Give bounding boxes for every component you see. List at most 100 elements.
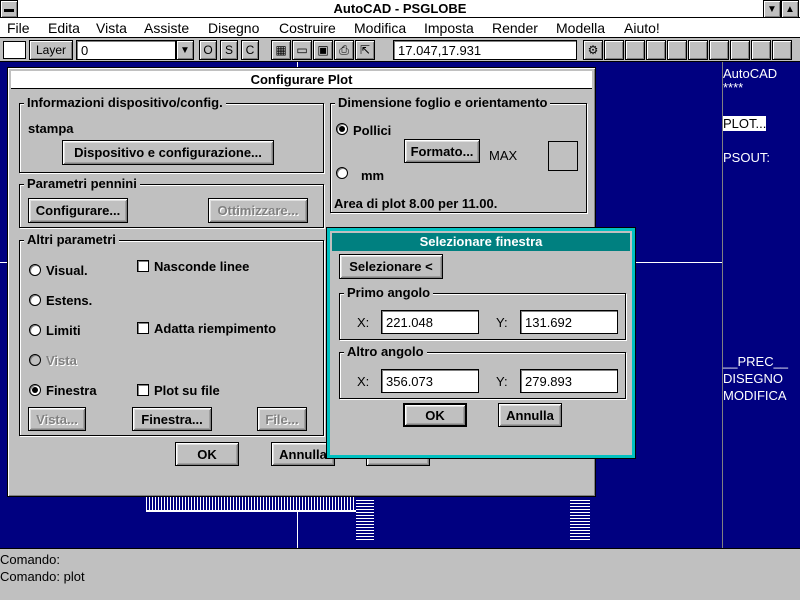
grid-icon: ▦ <box>275 43 287 57</box>
pick-button-label: Selezionare < <box>349 259 433 274</box>
side-modifica[interactable]: MODIFICA <box>723 388 787 403</box>
optimize-pens-button[interactable]: Ottimizzare... <box>208 198 308 223</box>
other-y-field[interactable]: 279.893 <box>520 369 618 393</box>
radio-finestra[interactable] <box>29 384 41 396</box>
toolbar-button-1[interactable] <box>604 40 624 60</box>
side-title: AutoCAD <box>723 66 778 81</box>
finestra-button-label: Finestra... <box>141 411 203 427</box>
radio-limiti[interactable] <box>29 324 41 336</box>
format-button[interactable]: Formato... <box>404 139 480 163</box>
menu-bar: File Edita Vista Assiste Disegno Costrui… <box>0 18 800 38</box>
other-corner-title: Altro angolo <box>344 344 427 359</box>
settings-button[interactable]: ⚙ <box>583 40 603 60</box>
toolbar-button-4[interactable] <box>667 40 687 60</box>
ortho-button[interactable]: O <box>199 40 217 60</box>
side-psout[interactable]: PSOUT: <box>723 150 770 165</box>
radio-mm-label: mm <box>361 168 385 183</box>
first-y-field[interactable]: 131.692 <box>520 310 618 334</box>
radio-vista[interactable] <box>29 354 41 366</box>
radio-visual[interactable] <box>29 264 41 276</box>
select-window-dialog: Selezionare finestra Selezionare < Primo… <box>327 228 635 458</box>
menu-disegno[interactable]: Disegno <box>208 20 259 36</box>
side-plot[interactable]: PLOT... <box>723 116 767 131</box>
select-window-dialog-title: Selezionare finestra <box>332 233 630 251</box>
radio-mm[interactable] <box>336 167 348 179</box>
finestra-button[interactable]: Finestra... <box>132 407 212 431</box>
maximize-button[interactable]: ▲ <box>781 0 799 18</box>
folder-icon: ▭ <box>296 43 308 57</box>
minimize-icon: ▼ <box>767 3 777 15</box>
toolbar-button-2[interactable] <box>625 40 645 60</box>
save-button[interactable]: ▣ <box>313 40 333 60</box>
side-prec[interactable]: __PREC__ <box>723 354 788 369</box>
color-swatch[interactable] <box>3 41 26 59</box>
other-params-group-title: Altri parametri <box>24 232 119 247</box>
menu-assiste[interactable]: Assiste <box>144 20 189 36</box>
toolbar-button-3[interactable] <box>646 40 666 60</box>
pick-button[interactable]: Selezionare < <box>339 254 443 279</box>
menu-render[interactable]: Render <box>492 20 538 36</box>
check-hide-lines[interactable] <box>137 260 149 272</box>
toolbar-button-9[interactable] <box>772 40 792 60</box>
pens-group-title: Parametri pennini <box>24 176 140 191</box>
check-plot-to-file[interactable] <box>137 384 149 396</box>
other-x-field[interactable]: 356.073 <box>381 369 479 393</box>
arrow-down-icon: ▼ <box>180 44 190 56</box>
first-x-label: X: <box>357 315 370 330</box>
menu-imposta[interactable]: Imposta <box>424 20 474 36</box>
toolbar-button-7[interactable] <box>730 40 750 60</box>
toolbar-button-6[interactable] <box>709 40 729 60</box>
device-group-title: Informazioni dispositivo/config. <box>24 95 226 110</box>
toolbar-button-5[interactable] <box>688 40 708 60</box>
open-button[interactable]: ▭ <box>292 40 312 60</box>
select-ok-button[interactable]: OK <box>403 403 467 427</box>
other-corner-group: Altro angolo X: 356.073 Y: 279.893 <box>339 344 626 399</box>
radio-pollici[interactable] <box>336 123 348 135</box>
menu-modella[interactable]: Modella <box>556 20 605 36</box>
other-x-label: X: <box>357 374 370 389</box>
command-line-1: Comando: <box>0 552 60 567</box>
snap-button[interactable]: S <box>220 40 238 60</box>
vista-button[interactable]: Vista... <box>28 407 86 431</box>
device-config-button[interactable]: Dispositivo e configurazione... <box>62 140 274 165</box>
menu-aiuto[interactable]: Aiuto! <box>624 20 660 36</box>
plot-cancel-label: Annulla <box>279 446 327 462</box>
select-cancel-label: Annulla <box>506 407 554 423</box>
side-disegno[interactable]: DISEGNO <box>723 371 783 386</box>
radio-estens[interactable] <box>29 294 41 306</box>
first-x-field[interactable]: 221.048 <box>381 310 479 334</box>
plot-ok-button[interactable]: OK <box>175 442 239 466</box>
coords-toggle-button[interactable]: C <box>241 40 259 60</box>
layer-field[interactable]: 0 <box>76 40 176 60</box>
menu-edita[interactable]: Edita <box>48 20 80 36</box>
plot-cancel-button[interactable]: Annulla <box>271 442 335 466</box>
first-y-label: Y: <box>496 315 508 330</box>
menu-file[interactable]: File <box>7 20 30 36</box>
grid-button[interactable]: ▦ <box>271 40 291 60</box>
gear-icon: ⚙ <box>587 43 599 57</box>
command-area[interactable]: Comando: Comando: plot <box>0 548 800 600</box>
menu-modifica[interactable]: Modifica <box>354 20 406 36</box>
menu-costruire[interactable]: Costruire <box>279 20 336 36</box>
other-params-group: Altri parametri Visual. Estens. Limiti V… <box>19 232 324 436</box>
print-button[interactable]: ⎙ <box>334 40 354 60</box>
configure-pens-button[interactable]: Configurare... <box>28 198 128 223</box>
radio-vista-label: Vista <box>46 353 77 368</box>
minimize-button[interactable]: ▼ <box>763 0 781 18</box>
menu-vista[interactable]: Vista <box>96 20 127 36</box>
side-stars[interactable]: **** <box>723 80 743 95</box>
layer-button[interactable]: Layer <box>29 40 73 60</box>
title-bar: ▬ AutoCAD - PSGLOBE ▼ ▲ <box>0 0 800 18</box>
select-button[interactable]: ⇱ <box>355 40 375 60</box>
layer-dropdown-button[interactable]: ▼ <box>176 40 194 60</box>
device-config-label: Dispositivo e configurazione... <box>74 145 262 160</box>
check-adapt-fill[interactable] <box>137 322 149 334</box>
first-corner-group: Primo angolo X: 221.048 Y: 131.692 <box>339 285 626 340</box>
select-cancel-button[interactable]: Annulla <box>498 403 562 427</box>
printer-icon: ⎙ <box>339 42 349 57</box>
file-button[interactable]: File... <box>257 407 307 431</box>
toolbar-button-8[interactable] <box>751 40 771 60</box>
drawing-geometry-left <box>146 496 356 512</box>
max-label: MAX <box>489 148 518 163</box>
radio-visual-label: Visual. <box>46 263 88 278</box>
